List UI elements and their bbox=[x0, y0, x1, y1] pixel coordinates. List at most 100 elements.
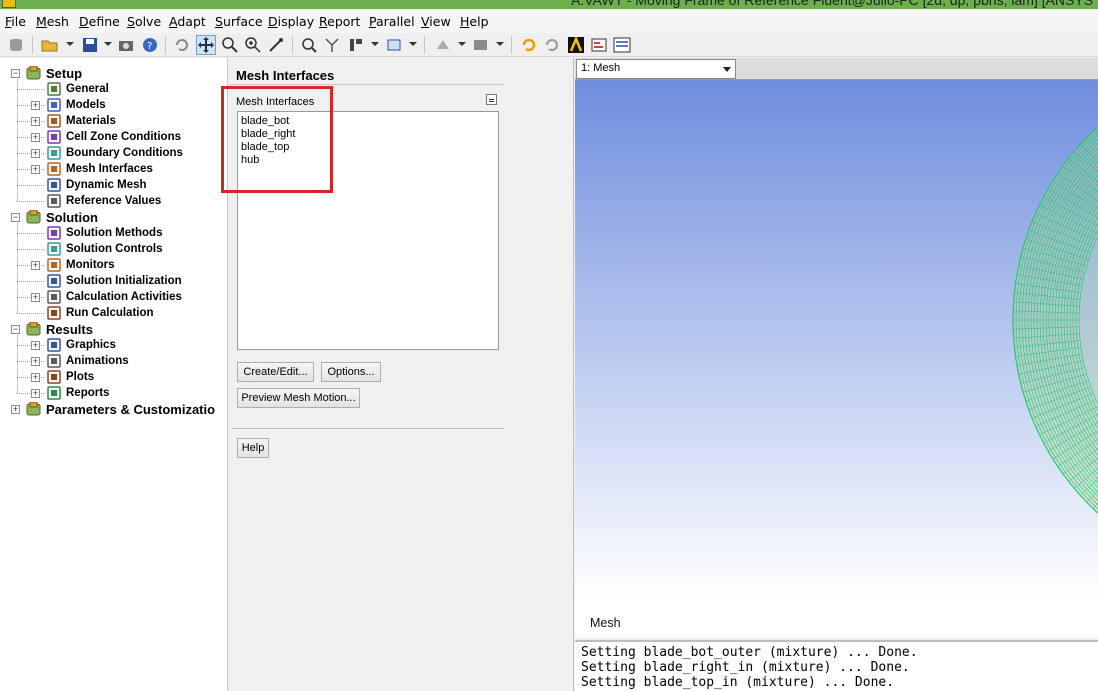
create-edit-button[interactable]: Create/Edit... bbox=[237, 362, 314, 382]
options-button[interactable]: Options... bbox=[321, 362, 381, 382]
expand-icon[interactable]: + bbox=[31, 149, 40, 158]
tree-section-label: Results bbox=[46, 321, 93, 337]
toolbar-separator bbox=[32, 36, 33, 54]
menu-help[interactable]: Help bbox=[460, 14, 489, 29]
menu-display[interactable]: Display bbox=[268, 14, 314, 29]
open-file-icon[interactable] bbox=[40, 35, 60, 55]
console-line: Setting blade_right_in (mixture) ... Don… bbox=[581, 660, 910, 675]
views-dropdown-icon[interactable] bbox=[371, 42, 379, 46]
expand-icon[interactable]: + bbox=[31, 133, 40, 142]
collapse-icon[interactable]: − bbox=[11, 69, 20, 78]
menu-report[interactable]: Report bbox=[319, 14, 360, 29]
rendering-icon[interactable] bbox=[433, 35, 453, 55]
open-file-dropdown-icon[interactable] bbox=[66, 42, 74, 46]
expand-icon[interactable]: + bbox=[31, 261, 40, 270]
save-dropdown-icon[interactable] bbox=[104, 42, 112, 46]
menu-adapt[interactable]: Adapt bbox=[169, 14, 206, 29]
expand-icon[interactable]: + bbox=[31, 101, 40, 110]
measure-icon[interactable] bbox=[322, 35, 342, 55]
tree-connector bbox=[17, 201, 44, 202]
menu-file[interactable]: File bbox=[5, 14, 26, 29]
stop-icon[interactable] bbox=[6, 35, 26, 55]
expand-icon[interactable]: + bbox=[31, 357, 40, 366]
task-page-title: Mesh Interfaces bbox=[236, 68, 335, 83]
graphics-canvas[interactable]: Mesh bbox=[575, 80, 1098, 638]
tree-item-general[interactable]: General bbox=[46, 81, 109, 97]
display-dropdown-icon[interactable] bbox=[409, 42, 417, 46]
task-page-divider bbox=[232, 428, 504, 429]
zoom-box-icon[interactable] bbox=[243, 35, 263, 55]
screenshot-icon[interactable] bbox=[116, 35, 136, 55]
tree-item-solution-controls[interactable]: Solution Controls bbox=[46, 241, 162, 257]
expand-icon[interactable]: + bbox=[31, 117, 40, 126]
reference-values-icon bbox=[46, 194, 62, 208]
tree-item-models[interactable]: Models bbox=[46, 97, 106, 113]
tree-item-solution-initialization[interactable]: Solution Initialization bbox=[46, 273, 182, 289]
ansys-logo-icon[interactable] bbox=[566, 35, 586, 55]
sync-icon[interactable] bbox=[542, 35, 562, 55]
save-icon[interactable] bbox=[80, 35, 100, 55]
tree-section-results[interactable]: Results bbox=[26, 321, 93, 337]
pan-icon[interactable] bbox=[196, 35, 216, 55]
rotate-icon[interactable] bbox=[172, 35, 192, 55]
tree-section-label: Solution bbox=[46, 209, 98, 225]
fit-icon[interactable] bbox=[299, 35, 319, 55]
tree-item-monitors[interactable]: Monitors bbox=[46, 257, 115, 273]
tree-connector bbox=[17, 79, 18, 201]
lighting-icon[interactable] bbox=[470, 35, 490, 55]
tree-item-solution-methods[interactable]: Solution Methods bbox=[46, 225, 162, 241]
tree-item-animations[interactable]: Animations bbox=[46, 353, 129, 369]
journal-icon[interactable] bbox=[589, 35, 609, 55]
collapse-icon[interactable]: − bbox=[11, 325, 20, 334]
monitors-icon bbox=[46, 258, 62, 272]
menu-surface[interactable]: Surface bbox=[215, 14, 263, 29]
rendering-dropdown-icon[interactable] bbox=[458, 42, 466, 46]
expand-icon[interactable]: + bbox=[31, 389, 40, 398]
probe-icon[interactable] bbox=[266, 35, 286, 55]
tree-item-calculation-activities[interactable]: Calculation Activities bbox=[46, 289, 182, 305]
expand-icon[interactable]: + bbox=[31, 341, 40, 350]
preview-mesh-motion-button[interactable]: Preview Mesh Motion... bbox=[237, 388, 360, 408]
tree-item-reports[interactable]: Reports bbox=[46, 385, 109, 401]
views-icon[interactable] bbox=[346, 35, 366, 55]
menu-define[interactable]: Define bbox=[79, 14, 120, 29]
list-filter-icon[interactable] bbox=[486, 94, 497, 105]
tree-item-run-calculation[interactable]: Run Calculation bbox=[46, 305, 154, 321]
toolbar-separator bbox=[424, 36, 425, 54]
tree-item-cell-zone-conditions[interactable]: Cell Zone Conditions bbox=[46, 129, 181, 145]
tree-connector bbox=[17, 335, 18, 393]
expand-icon[interactable]: + bbox=[31, 373, 40, 382]
tree-connector bbox=[17, 281, 44, 282]
expand-icon[interactable]: + bbox=[31, 165, 40, 174]
display-box-icon[interactable] bbox=[384, 35, 404, 55]
tree-item-mesh-interfaces[interactable]: Mesh Interfaces bbox=[46, 161, 153, 177]
tree-item-dynamic-mesh[interactable]: Dynamic Mesh bbox=[46, 177, 147, 193]
tree-item-label: Materials bbox=[66, 115, 116, 127]
tree-item-reference-values[interactable]: Reference Values bbox=[46, 193, 161, 209]
refresh-icon[interactable] bbox=[519, 35, 539, 55]
menu-parallel[interactable]: Parallel bbox=[369, 14, 415, 29]
tree-section-parameters-customizatio[interactable]: Parameters & Customizatio bbox=[26, 401, 215, 417]
collapse-icon[interactable]: − bbox=[11, 213, 20, 222]
help-button[interactable]: Help bbox=[237, 438, 269, 458]
expand-icon[interactable]: + bbox=[31, 293, 40, 302]
console-output[interactable]: Setting blade_bot_outer (mixture) ... Do… bbox=[575, 640, 1098, 691]
moe-icon[interactable] bbox=[612, 35, 632, 55]
lighting-dropdown-icon[interactable] bbox=[496, 42, 504, 46]
graphics-window-select[interactable]: 1: Mesh bbox=[576, 59, 736, 79]
expand-icon[interactable]: + bbox=[11, 405, 20, 414]
menu-solve[interactable]: Solve bbox=[127, 14, 161, 29]
navigation-tree: Setup − General Models + Materials + Cell Zone … bbox=[0, 58, 228, 691]
tree-section-setup[interactable]: Setup bbox=[26, 65, 82, 81]
zoom-in-icon[interactable] bbox=[220, 35, 240, 55]
menu-view[interactable]: View bbox=[421, 14, 451, 29]
menu-mesh[interactable]: Mesh bbox=[36, 14, 69, 29]
solution-section-icon bbox=[26, 209, 42, 224]
tree-item-label: Mesh Interfaces bbox=[66, 163, 153, 175]
tree-section-solution[interactable]: Solution bbox=[26, 209, 98, 225]
tree-item-plots[interactable]: Plots bbox=[46, 369, 94, 385]
tree-item-materials[interactable]: Materials bbox=[46, 113, 116, 129]
tree-item-boundary-conditions[interactable]: Boundary Conditions bbox=[46, 145, 183, 161]
tree-item-graphics[interactable]: Graphics bbox=[46, 337, 116, 353]
help-context-icon[interactable]: ? bbox=[140, 35, 160, 55]
